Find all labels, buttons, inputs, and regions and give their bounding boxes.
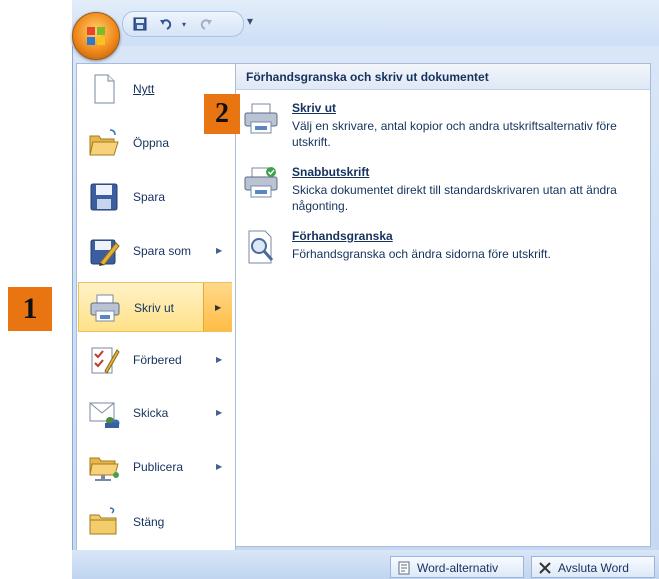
new-document-icon (94, 74, 115, 104)
submenu-title: Snabbutskrift (292, 165, 370, 179)
menu-label-skriv-ut: Skriv ut (134, 301, 175, 315)
step-1-badge: 1 (8, 287, 52, 331)
printer-icon (244, 103, 278, 134)
menu-item-spara-som[interactable]: Spara som ▶ (78, 226, 232, 276)
customize-toolbar-icon[interactable]: ▾ (247, 14, 253, 28)
exit-word-label: Avsluta Word (558, 561, 629, 575)
word-options-button[interactable]: Word-alternativ (390, 556, 524, 578)
menu-item-skicka[interactable]: Skicka ▶ (78, 388, 232, 438)
exit-word-button[interactable]: Avsluta Word (531, 556, 655, 578)
submenu-arrow-icon: ▶ (216, 355, 223, 364)
menu-label-publicera: Publicera (133, 460, 184, 474)
submenu-arrow-icon: ▶ (216, 408, 223, 417)
menu-label-skicka: Skicka (133, 406, 169, 420)
save-as-icon (90, 239, 120, 266)
print-preview-icon (248, 230, 274, 264)
submenu-description: Välj en skrivare, antal kopior och andra… (292, 119, 617, 149)
undo-icon[interactable] (157, 15, 175, 33)
submenu-arrow-icon: ▶ (216, 246, 223, 255)
save-icon[interactable] (131, 15, 149, 33)
office-button[interactable] (72, 12, 120, 60)
close-icon (539, 562, 551, 574)
open-folder-icon (89, 129, 119, 156)
menu-label-oppna: Öppna (133, 136, 170, 150)
submenu-arrow-icon: ▶ (216, 462, 223, 471)
office-logo-icon (87, 27, 105, 45)
menu-label-nytt: Nytt (133, 82, 155, 96)
menu-label-spara: Spara (133, 190, 166, 204)
menu-item-spara[interactable]: Spara (78, 172, 232, 222)
word-options-label: Word-alternativ (417, 561, 499, 575)
undo-dropdown-icon[interactable]: ▾ (175, 15, 193, 33)
step-2-badge: 2 (204, 94, 240, 134)
send-icon (89, 402, 120, 428)
quick-access-bar: ▾ (122, 11, 244, 37)
save-disk-icon (90, 183, 118, 211)
submenu-item-skriv-ut[interactable]: Skriv ut Välj en skrivare, antal kopior … (243, 101, 643, 159)
submenu-description: Förhandsgranska och ändra sidorna före u… (292, 247, 551, 261)
menu-item-stang[interactable]: Stäng (78, 497, 232, 547)
menu-item-skriv-ut[interactable]: Skriv ut ▶ (78, 282, 232, 332)
quick-print-icon (244, 167, 278, 198)
menu-label-stang: Stäng (133, 515, 165, 529)
submenu-title: Förhandsgranska (292, 229, 393, 243)
submenu-header: Förhandsgranska och skriv ut dokumentet (236, 64, 650, 90)
close-folder-icon (89, 507, 117, 535)
publish-icon (89, 457, 119, 481)
submenu-item-snabbutskrift[interactable]: Snabbutskrift Skicka dokumentet direkt t… (243, 165, 643, 223)
submenu-title: Skriv ut (292, 101, 337, 115)
submenu-description: Skicka dokumentet direkt till standardsk… (292, 183, 617, 213)
options-icon (398, 561, 410, 575)
menu-label-spara-som: Spara som (133, 244, 192, 258)
printer-icon (90, 294, 120, 322)
menu-item-forbered[interactable]: Förbered ▶ (78, 335, 232, 385)
redo-icon (197, 15, 215, 33)
prepare-icon (91, 347, 120, 374)
submenu-item-forhandsgranska[interactable]: Förhandsgranska Förhandsgranska och ändr… (243, 229, 643, 287)
submenu-arrow-icon: ▶ (215, 303, 222, 312)
menu-item-publicera[interactable]: Publicera ▶ (78, 442, 232, 492)
menu-label-forbered: Förbered (133, 353, 182, 367)
